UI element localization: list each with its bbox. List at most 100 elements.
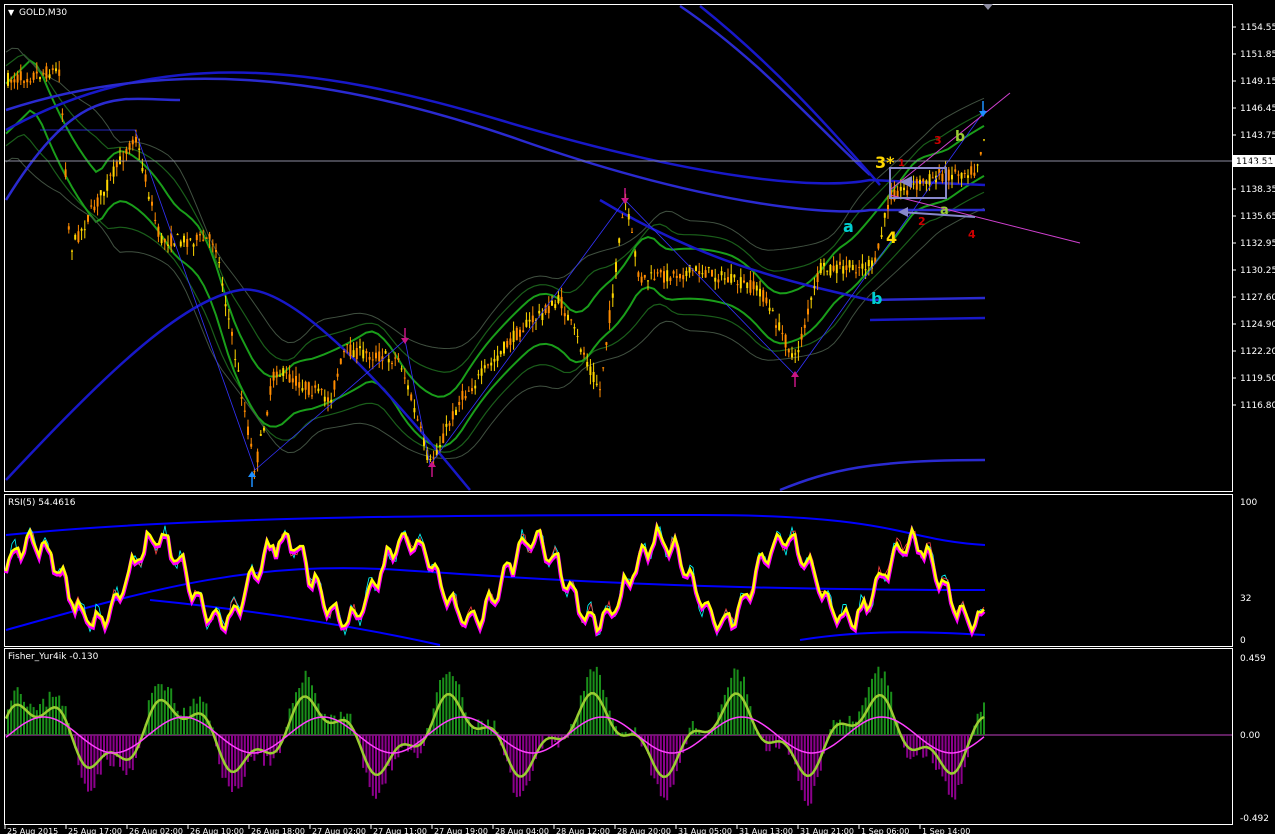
price-candle [771,310,774,312]
price-candle [887,204,889,210]
price-candle [250,443,253,447]
price-candle [87,215,89,222]
price-candle [474,385,477,389]
blue-band-line [869,316,986,322]
price-candle [682,275,685,280]
chevron-down-icon[interactable]: ▼ [8,8,15,17]
time-tick-label: 28 Aug 12:00 [556,827,610,834]
rsi-panel-frame[interactable] [4,494,1233,647]
price-candle [93,206,96,211]
price-candle [39,77,41,80]
fisher-bar-positive [170,688,173,735]
price-candle [755,285,758,291]
price-candle [643,274,646,278]
price-candle [954,169,957,172]
price-candle [269,386,272,395]
price-candle [723,278,726,280]
price-candle [19,71,22,81]
price-candle [186,238,189,247]
main-chart-frame[interactable] [4,4,1233,492]
rsi-tick-label: 0 [1240,636,1246,646]
blue-band-line [4,97,181,201]
price-candle [237,370,240,372]
price-candle [666,270,669,282]
rsi-main-line [4,521,985,634]
price-candle [26,78,29,83]
price-candle [912,183,915,185]
fisher-bar-positive [595,666,598,735]
fisher-bar-negative [941,735,944,777]
price-candle [573,327,576,329]
price-candle [167,244,169,246]
price-candle [23,81,25,83]
price-candle [775,325,777,328]
price-candle [883,213,886,218]
price-candle [16,74,19,83]
price-candle [602,367,605,369]
fisher-bar-positive [298,688,301,735]
price-candle [451,411,454,420]
price-tick-label: 1146.45 [1240,104,1275,114]
price-candle [957,174,960,176]
price-candle [419,426,422,428]
price-candle [160,235,163,244]
fisher-bar-positive [602,689,605,735]
price-candle [208,234,211,239]
time-tick-label: 31 Aug 21:00 [800,827,854,834]
price-candle [317,388,320,392]
price-candle [384,350,387,354]
fisher-bar-negative [253,735,256,761]
fisher-bar-negative [954,735,957,800]
fisher-bar-positive [883,671,886,735]
price-candle [832,265,835,271]
price-candle [490,362,493,366]
shift-marker-icon[interactable] [983,4,993,10]
price-candle [327,397,329,402]
price-candle [496,355,499,361]
price-candle [567,314,569,321]
price-candle [762,290,765,302]
price-candle [362,349,365,359]
price-candle [951,174,953,180]
price-candle [125,149,128,154]
price-candle [791,353,793,358]
time-tick-label: 26 Aug 10:00 [190,827,244,834]
blue-band-line [779,458,986,492]
fisher-panel-frame[interactable] [4,648,1233,825]
fisher-bar-negative [131,735,134,771]
fisher-bar-negative [957,735,960,786]
price-candle [829,265,832,276]
price-candle [813,286,816,289]
fisher-bar-positive [474,730,477,735]
price-candle [221,283,224,286]
fisher-bar-positive [839,719,841,735]
price-tick-label: 1151.85 [1240,50,1275,60]
price-candle [570,319,573,321]
price-candle [355,348,358,360]
price-candle [256,451,259,463]
fisher-bar-positive [727,687,729,735]
price-candle [13,79,16,83]
fisher-bar-positive [979,711,982,735]
price-candle [336,373,339,377]
fisher-bar-positive [730,677,733,735]
fisher-bar-positive [599,674,601,735]
fisher-bar-negative [810,735,813,804]
price-candle [599,389,601,391]
indicator-band-line [5,53,985,373]
fisher-bar-positive [160,684,163,735]
price-candle [906,190,909,195]
price-candle [407,385,409,390]
price-candle [547,306,550,314]
price-candle [119,156,121,165]
price-candle [579,349,582,352]
price-candle [749,280,752,293]
price-candle [618,238,621,243]
fisher-bar-positive [163,690,166,735]
price-candle [733,274,736,278]
price-candle [538,310,541,314]
price-candle [314,385,317,388]
fisher-bar-negative [384,735,387,784]
price-candle [55,68,57,72]
price-candle [10,79,13,83]
